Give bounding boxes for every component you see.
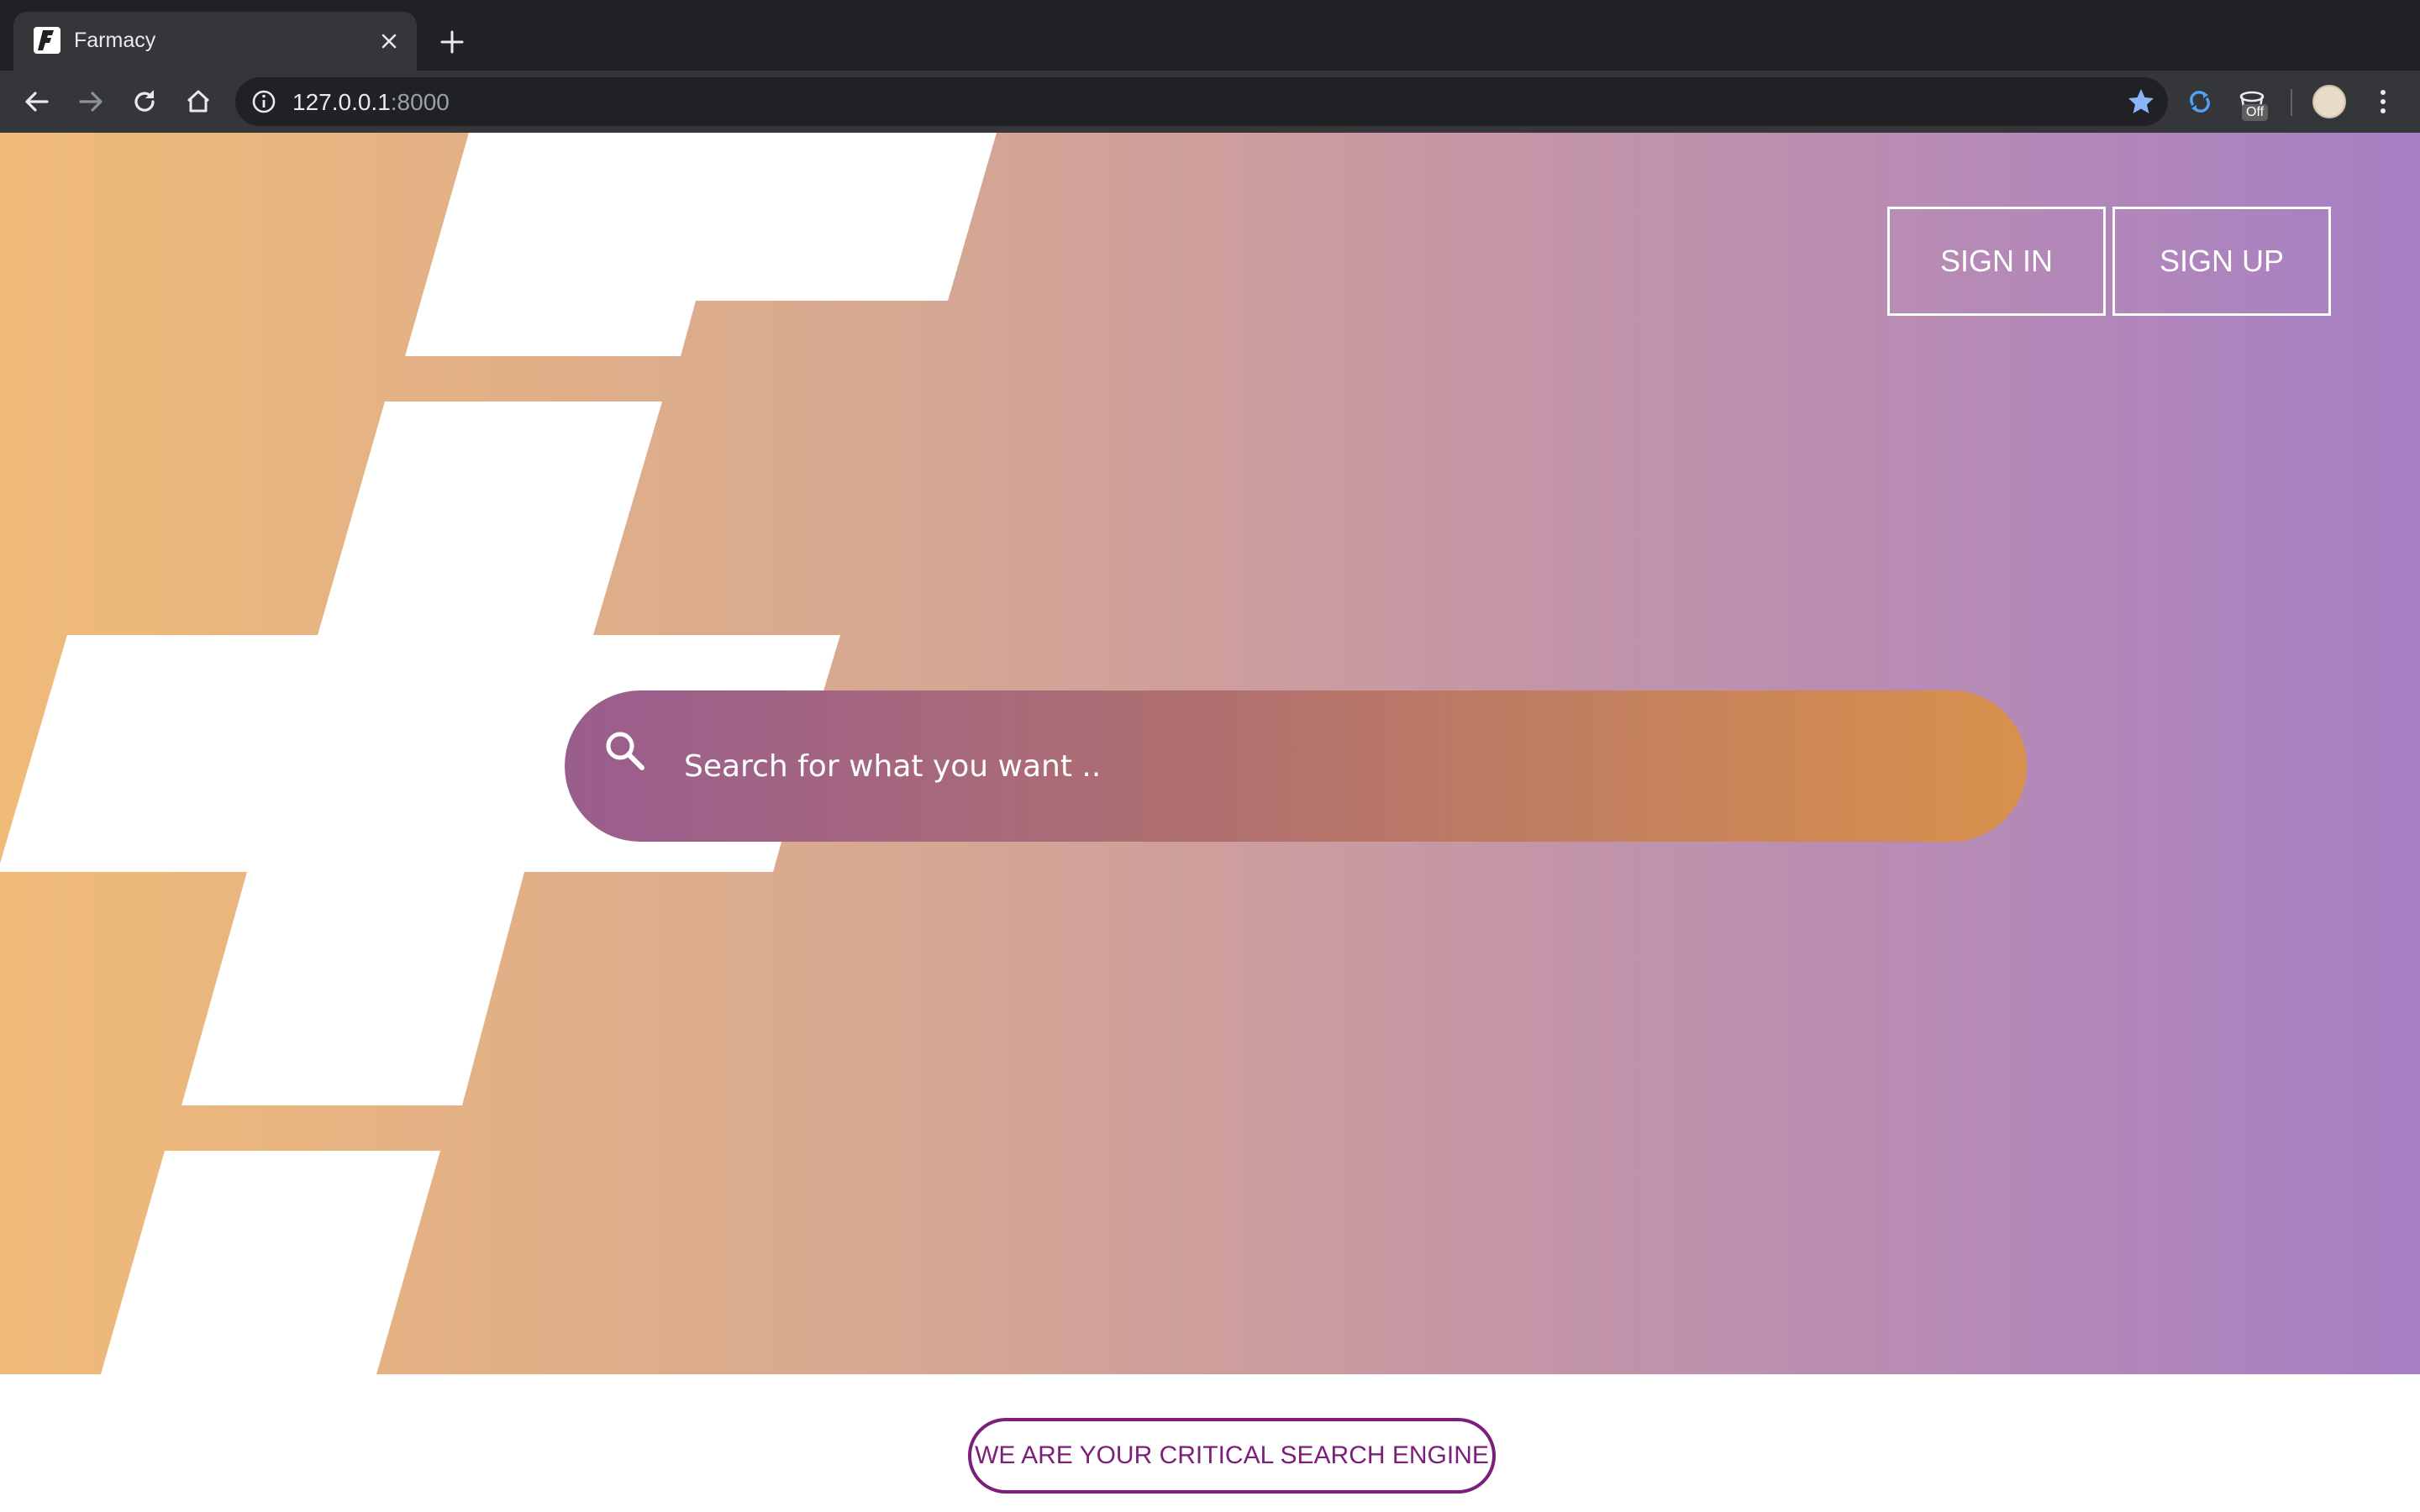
- menu-kebab-icon[interactable]: [2366, 85, 2400, 118]
- new-tab-icon[interactable]: [437, 27, 467, 57]
- back-icon[interactable]: [20, 85, 54, 118]
- profile-avatar[interactable]: [2312, 85, 2346, 118]
- farmacy-favicon-icon: [34, 27, 60, 54]
- browser-tab-strip: Farmacy: [0, 0, 2420, 71]
- home-icon[interactable]: [182, 85, 215, 118]
- reload-icon[interactable]: [128, 85, 161, 118]
- search-input[interactable]: [682, 732, 1943, 800]
- url-host: 127.0.0.1: [292, 89, 391, 115]
- search-icon[interactable]: [602, 727, 649, 774]
- site-info-icon[interactable]: [250, 88, 277, 115]
- hero-section: SIGN IN SIGN UP: [0, 133, 2420, 1374]
- browser-toolbar: 127.0.0.1:8000 Off: [0, 71, 2420, 133]
- tagline-badge: WE ARE YOUR CRITICAL SEARCH ENGINE: [968, 1418, 1496, 1494]
- sign-in-button[interactable]: SIGN IN: [1887, 207, 2106, 316]
- extension-off-badge: Off: [2242, 104, 2269, 121]
- tab-title: Farmacy: [74, 29, 156, 52]
- forward-icon[interactable]: [74, 85, 108, 118]
- close-tab-icon[interactable]: [376, 29, 402, 54]
- url-text[interactable]: 127.0.0.1:8000: [292, 89, 450, 116]
- extension-sync-icon[interactable]: [2183, 85, 2217, 118]
- toolbar-divider: [2291, 89, 2292, 116]
- search-bar[interactable]: [565, 690, 2027, 842]
- browser-tab[interactable]: Farmacy: [13, 12, 417, 71]
- sign-up-button[interactable]: SIGN UP: [2112, 207, 2331, 316]
- bookmark-star-icon[interactable]: [2126, 87, 2156, 117]
- address-bar[interactable]: 127.0.0.1:8000: [235, 77, 2168, 126]
- url-port: :8000: [390, 89, 450, 115]
